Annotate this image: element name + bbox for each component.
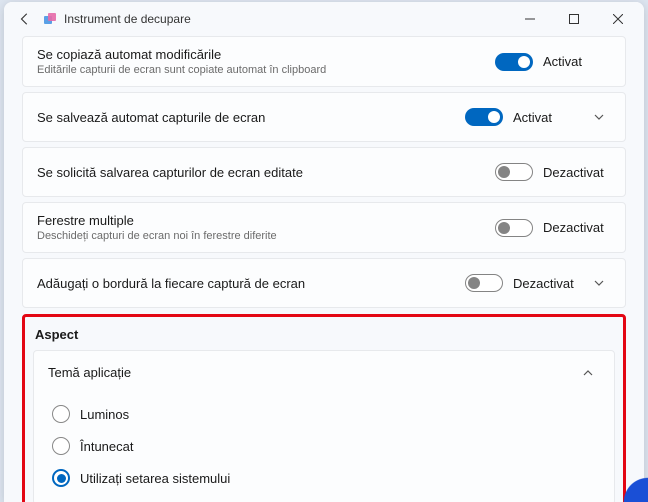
setting-title: Se solicită salvarea capturilor de ecran… bbox=[37, 165, 495, 180]
theme-radio-list: Luminos Întunecat Utilizați setarea sist… bbox=[34, 394, 614, 502]
radio-button[interactable] bbox=[52, 469, 70, 487]
setting-title: Se salvează automat capturile de ecran bbox=[37, 110, 465, 125]
setting-text: Adăugați o bordură la fiecare captură de… bbox=[37, 276, 465, 291]
close-button[interactable] bbox=[596, 4, 640, 34]
window-title: Instrument de decupare bbox=[64, 12, 508, 26]
settings-content[interactable]: Se copiază automat modificările Edităril… bbox=[4, 36, 644, 502]
theme-option[interactable]: Luminos bbox=[48, 398, 600, 430]
toggle-switch[interactable] bbox=[465, 274, 503, 292]
app-icon bbox=[42, 11, 58, 27]
toggle-switch[interactable] bbox=[465, 108, 503, 126]
toggle-status: Activat bbox=[513, 110, 581, 125]
app-window: Instrument de decupare Se copiază automa… bbox=[4, 2, 644, 502]
setting-row[interactable]: Se salvează automat capturile de ecran A… bbox=[22, 92, 626, 142]
titlebar: Instrument de decupare bbox=[4, 2, 644, 36]
aspect-highlight: Aspect Temă aplicație Luminos Întunecat … bbox=[22, 314, 626, 502]
theme-option[interactable]: Utilizați setarea sistemului bbox=[48, 462, 600, 494]
setting-row[interactable]: Se copiază automat modificările Edităril… bbox=[22, 36, 626, 87]
theme-expander: Temă aplicație Luminos Întunecat Utiliza… bbox=[33, 350, 615, 502]
setting-text: Se salvează automat capturile de ecran bbox=[37, 110, 465, 125]
toggle-status: Activat bbox=[543, 54, 611, 69]
theme-option[interactable]: Întunecat bbox=[48, 430, 600, 462]
radio-button[interactable] bbox=[52, 437, 70, 455]
maximize-button[interactable] bbox=[552, 4, 596, 34]
setting-title: Se copiază automat modificările bbox=[37, 47, 495, 62]
setting-subtitle: Deschideți capturi de ecran noi în feres… bbox=[37, 230, 495, 242]
aspect-section-label: Aspect bbox=[35, 327, 613, 342]
setting-row[interactable]: Se solicită salvarea capturilor de ecran… bbox=[22, 147, 626, 197]
theme-option-label: Întunecat bbox=[80, 439, 134, 454]
window-controls bbox=[508, 4, 640, 34]
toggle-status: Dezactivat bbox=[513, 276, 581, 291]
minimize-button[interactable] bbox=[508, 4, 552, 34]
theme-expander-header[interactable]: Temă aplicație bbox=[34, 351, 614, 394]
back-button[interactable] bbox=[12, 6, 38, 32]
setting-title: Ferestre multiple bbox=[37, 213, 495, 228]
theme-option-label: Utilizați setarea sistemului bbox=[80, 471, 230, 486]
setting-text: Se solicită salvarea capturilor de ecran… bbox=[37, 165, 495, 180]
toggle-switch[interactable] bbox=[495, 219, 533, 237]
toggle-switch[interactable] bbox=[495, 53, 533, 71]
theme-title: Temă aplicație bbox=[48, 365, 570, 380]
setting-row[interactable]: Ferestre multiple Deschideți capturi de … bbox=[22, 202, 626, 253]
chevron-up-icon bbox=[576, 367, 600, 379]
toggle-status: Dezactivat bbox=[543, 220, 611, 235]
setting-row[interactable]: Adăugați o bordură la fiecare captură de… bbox=[22, 258, 626, 308]
chevron-down-icon bbox=[587, 111, 611, 123]
radio-button[interactable] bbox=[52, 405, 70, 423]
chevron-down-icon bbox=[587, 277, 611, 289]
theme-option-label: Luminos bbox=[80, 407, 129, 422]
toggle-status: Dezactivat bbox=[543, 165, 611, 180]
setting-title: Adăugați o bordură la fiecare captură de… bbox=[37, 276, 465, 291]
setting-text: Se copiază automat modificările Edităril… bbox=[37, 47, 495, 76]
toggle-switch[interactable] bbox=[495, 163, 533, 181]
setting-text: Ferestre multiple Deschideți capturi de … bbox=[37, 213, 495, 242]
setting-subtitle: Editările capturii de ecran sunt copiate… bbox=[37, 64, 495, 76]
